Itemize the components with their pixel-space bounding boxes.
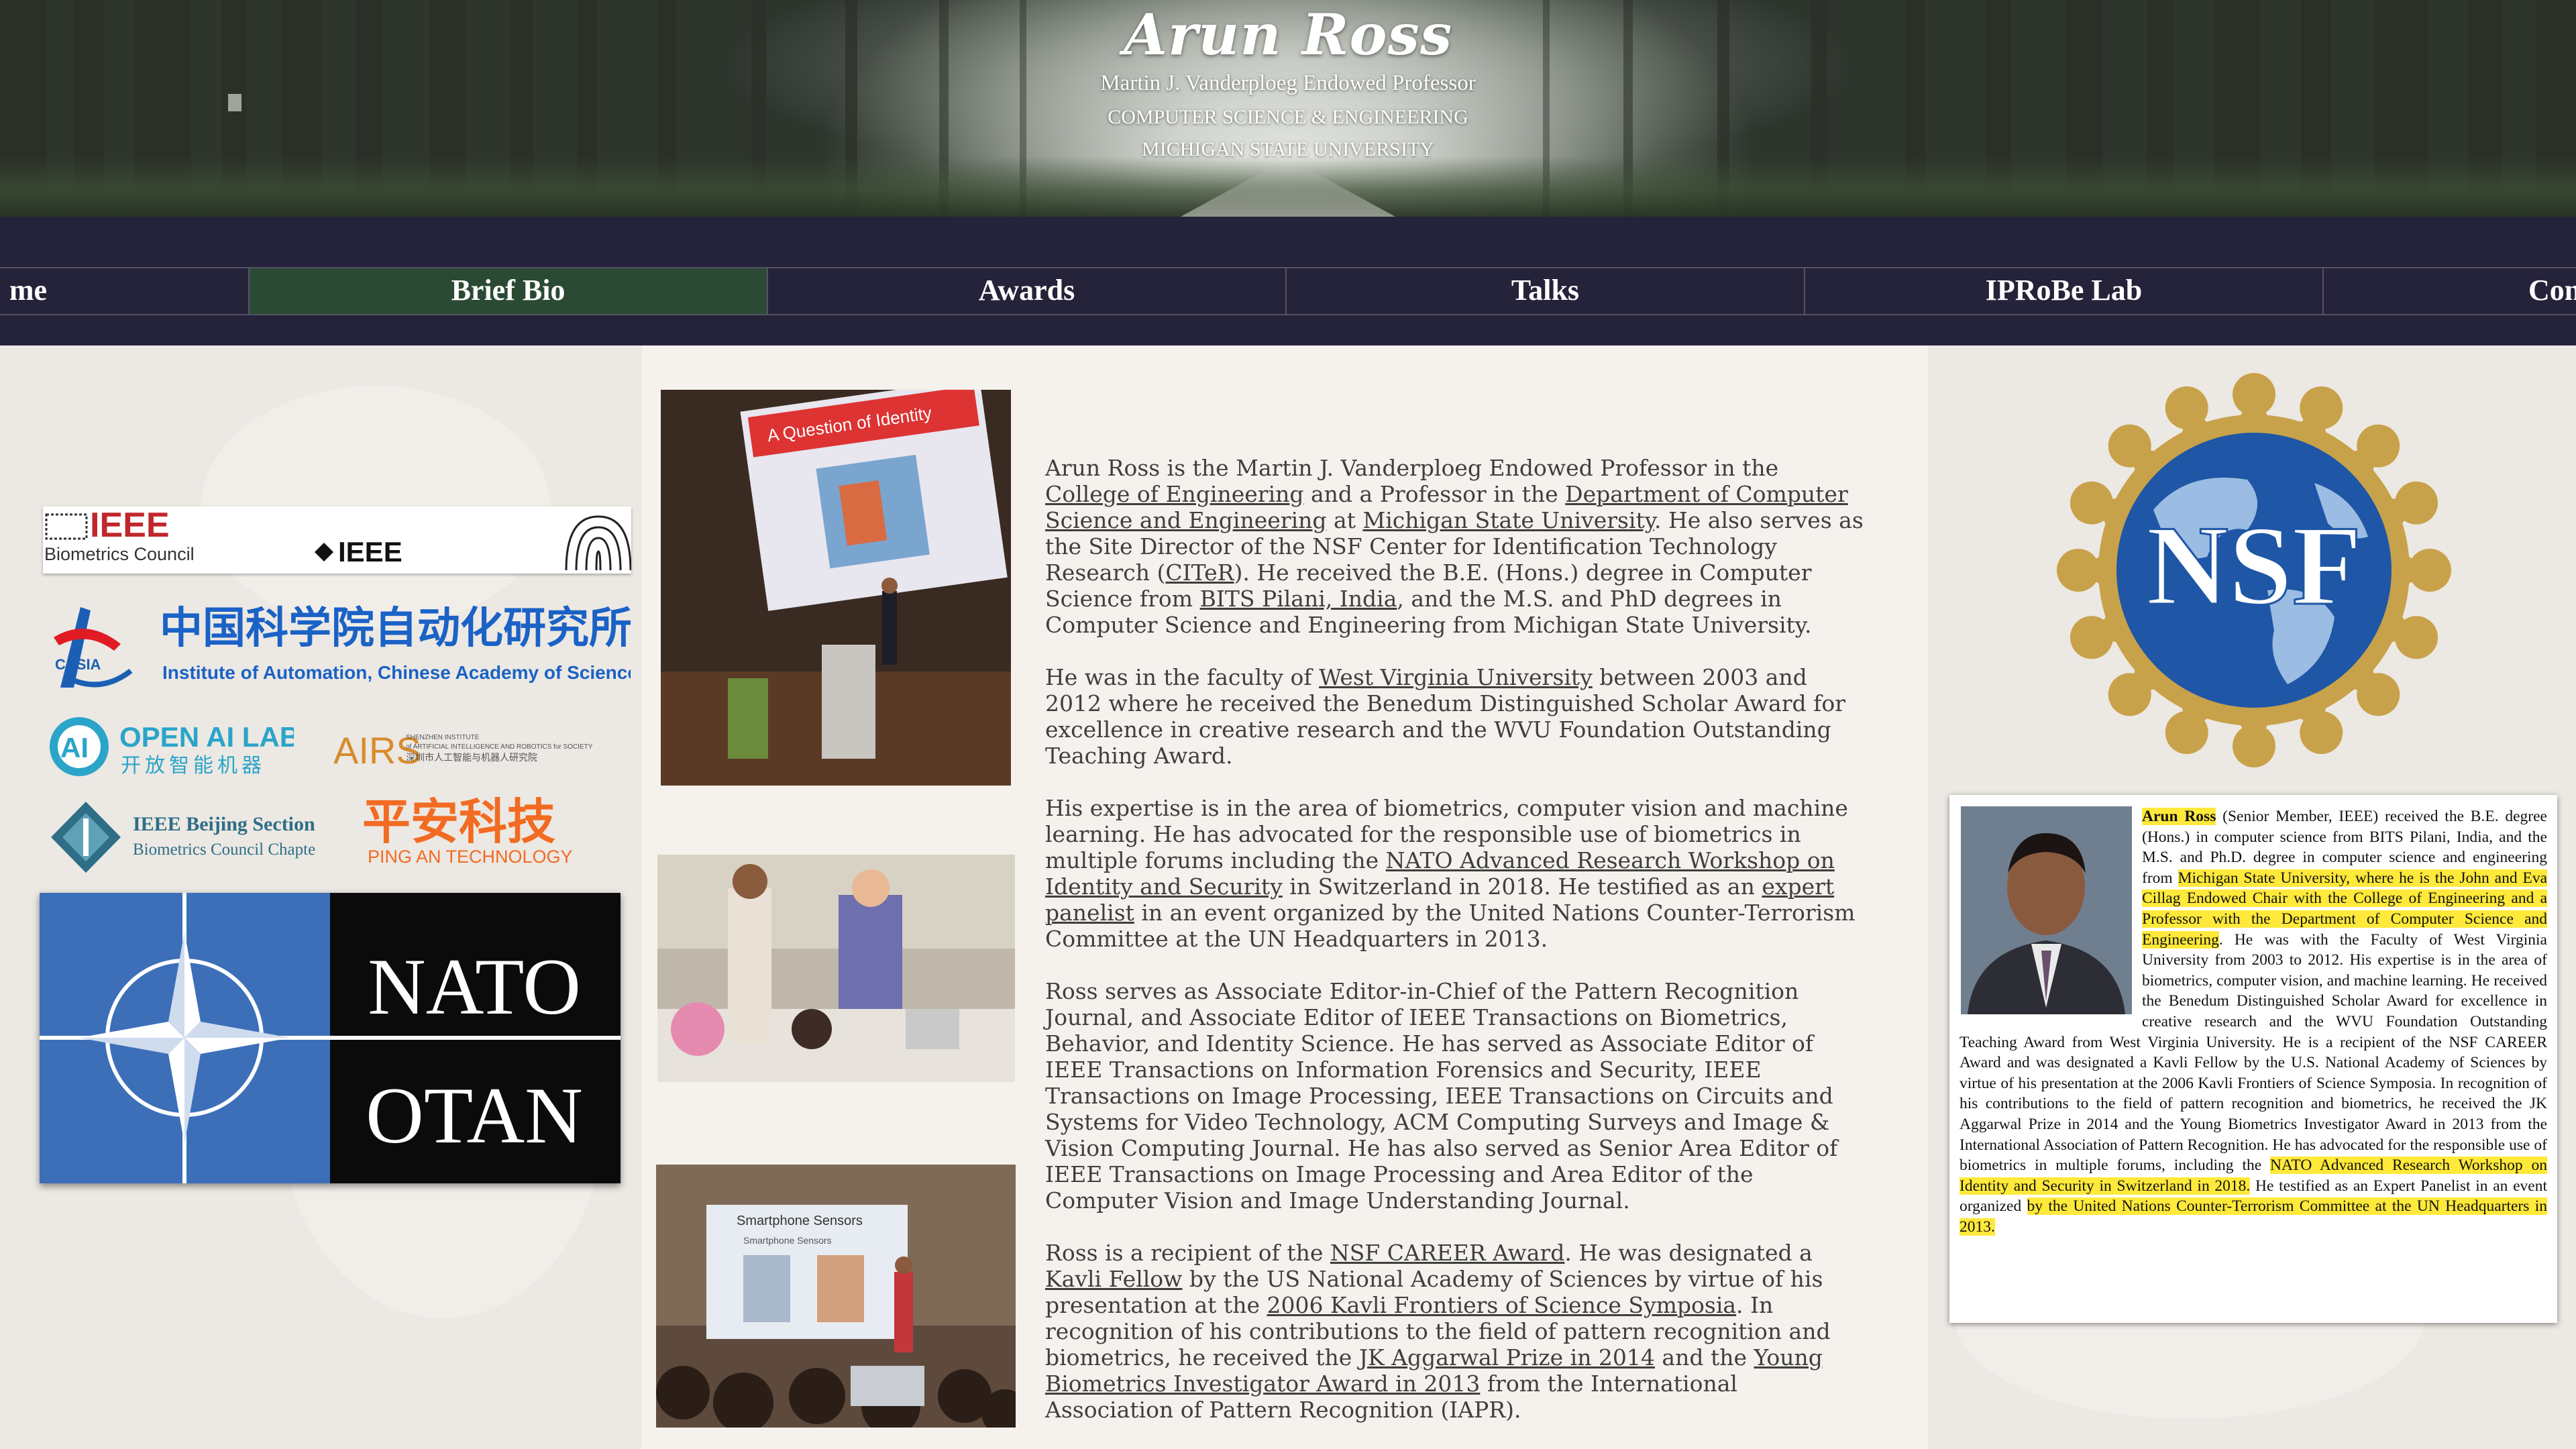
ieee-biometrics-council-logo[interactable]: IEEE Biometrics Council IEEE	[43, 506, 632, 574]
nav-item-label: Talks	[1511, 274, 1580, 307]
nav-item-contact[interactable]: Con	[2322, 268, 2576, 314]
ping-an-logo-graphic: 平安科技 PING AN TECHNOLOGY	[362, 794, 573, 867]
main-navigation: me Brief Bio Awards Talks IPRoBe Lab Con	[0, 267, 2576, 315]
link-citer[interactable]: CITeR	[1165, 559, 1234, 586]
svg-text:of ARTIFICIAL INTELLIGENCE AND: of ARTIFICIAL INTELLIGENCE AND ROBOTICS …	[406, 743, 593, 751]
casia-english-name: Institute of Automation, Chinese Academy…	[162, 662, 631, 683]
casia-chinese-name: 中国科学院自动化研究所	[160, 604, 631, 653]
nav-item-label: Brief Bio	[451, 274, 566, 307]
link-jk-aggarwal-prize[interactable]: JK Aggarwal Prize in 2014	[1359, 1344, 1655, 1371]
svg-text:开放智能机器: 开放智能机器	[121, 754, 266, 777]
svg-text:AI: AI	[60, 732, 89, 763]
casia-logo[interactable]: CASIA 中国科学院自动化研究所 Institute of Automatio…	[40, 597, 649, 698]
link-nsf-career-award[interactable]: NSF CAREER Award	[1330, 1240, 1564, 1266]
lab-students-photo	[657, 855, 1015, 1082]
svg-text:Smartphone Sensors: Smartphone Sensors	[737, 1214, 863, 1228]
open-ai-lab-logo[interactable]: AI OPEN AI LAB 开放智能机器	[46, 714, 300, 778]
svg-text:PING AN TECHNOLOGY: PING AN TECHNOLOGY	[368, 847, 573, 867]
professor-title: Martin J. Vanderploeg Endowed Professor	[1100, 71, 1476, 95]
department-name: COMPUTER SCIENCE & ENGINEERING	[1108, 106, 1468, 128]
airs-logo[interactable]: AIRS SHENZHEN INSTITUTE of ARTIFICIAL IN…	[332, 726, 600, 773]
svg-text:Biometrics Council Chapter: Biometrics Council Chapter	[133, 841, 315, 859]
biometrics-council-text: Biometrics Council	[44, 544, 195, 564]
header-banner: Arun Ross Martin J. Vanderploeg Endowed …	[0, 0, 2576, 217]
nav-item-brief-bio[interactable]: Brief Bio	[248, 268, 767, 314]
otan-text: OTAN	[366, 1071, 583, 1160]
ieee-beijing-logo-graphic: IEEE Beijing Section Biometrics Council …	[51, 802, 321, 873]
ieee-biometrics-logo-graphic: IEEE Biometrics Council IEEE	[44, 506, 632, 571]
ieee-red-text: IEEE	[90, 506, 170, 545]
svg-text:CASIA: CASIA	[55, 656, 101, 673]
nsf-logo[interactable]: NSF	[2046, 362, 2462, 778]
nav-item-awards[interactable]: Awards	[767, 268, 1285, 314]
nav-item-label: IPRoBe Lab	[1985, 274, 2143, 307]
bio-paragraph-3: His expertise is in the area of biometri…	[1045, 795, 1856, 952]
bio-card: Arun Ross (Senior Member, IEEE) received…	[1949, 795, 2557, 1323]
link-west-virginia-university[interactable]: West Virginia University	[1319, 664, 1593, 690]
svg-text:Smartphone Sensors: Smartphone Sensors	[743, 1235, 832, 1246]
presentation-audience-photo: Smartphone Sensors Smartphone Sensors	[656, 1165, 1016, 1428]
link-kavli-symposia[interactable]: 2006 Kavli Frontiers of Science Symposia	[1267, 1292, 1736, 1318]
open-ai-lab-logo-graphic: AI OPEN AI LAB 开放智能机器	[50, 717, 300, 777]
lecture-photo: A Question of Identity	[661, 390, 1011, 786]
site-title[interactable]: Arun Ross	[0, 1, 2576, 68]
svg-text:IEEE Beijing Section: IEEE Beijing Section	[133, 813, 315, 835]
nsf-logo-graphic: NSF	[2057, 373, 2451, 767]
nav-item-home[interactable]: me	[0, 268, 248, 314]
link-michigan-state-university[interactable]: Michigan State University	[1362, 507, 1654, 533]
nato-logo-graphic: NATO OTAN	[40, 893, 621, 1183]
link-kavli-fellow[interactable]: Kavli Fellow	[1045, 1266, 1182, 1292]
bio-card-name: Arun Ross	[2142, 808, 2216, 825]
bio-text: Arun Ross is the Martin J. Vanderploeg E…	[1045, 455, 1867, 1449]
ping-an-technology-logo[interactable]: 平安科技 PING AN TECHNOLOGY	[362, 790, 577, 871]
link-college-of-engineering[interactable]: College of Engineering	[1045, 481, 1304, 507]
nato-otan-logo[interactable]: NATO OTAN	[40, 893, 621, 1183]
ieee-beijing-section-logo[interactable]: IEEE Beijing Section Biometrics Council …	[47, 798, 321, 879]
nav-item-label: Con	[2528, 274, 2576, 307]
airs-logo-graphic: AIRS SHENZHEN INSTITUTE of ARTIFICIAL IN…	[333, 729, 593, 771]
bio-paragraph-4: Ross serves as Associate Editor-in-Chief…	[1045, 978, 1838, 1214]
nav-item-label: me	[9, 274, 47, 307]
bio-paragraph-2: He was in the faculty of West Virginia U…	[1045, 664, 1845, 769]
nsf-text: NSF	[2146, 502, 2361, 629]
svg-text:SHENZHEN INSTITUTE: SHENZHEN INSTITUTE	[406, 734, 480, 741]
bio-card-text: Arun Ross (Senior Member, IEEE) received…	[1960, 808, 2548, 1236]
link-bits-pilani[interactable]: BITS Pilani, India	[1200, 586, 1397, 612]
nav-item-talks[interactable]: Talks	[1285, 268, 1804, 314]
nav-item-iprobe-lab[interactable]: IPRoBe Lab	[1804, 268, 2322, 314]
casia-logo-graphic: CASIA 中国科学院自动化研究所 Institute of Automatio…	[54, 604, 649, 688]
nato-text: NATO	[368, 942, 581, 1031]
bio-paragraph-5: Ross is a recipient of the NSF CAREER Aw…	[1045, 1240, 1831, 1423]
university-name: MICHIGAN STATE UNIVERSITY	[1142, 138, 1434, 160]
svg-text:平安科技: 平安科技	[362, 794, 555, 850]
bio-paragraph-1: Arun Ross is the Martin J. Vanderploeg E…	[1045, 455, 1864, 638]
open-ai-lab-title: OPEN AI LAB	[119, 721, 294, 753]
svg-text:深圳市人工智能与机器人研究院: 深圳市人工智能与机器人研究院	[406, 752, 537, 763]
ieee-text: IEEE	[338, 536, 402, 568]
nav-item-label: Awards	[978, 274, 1075, 307]
